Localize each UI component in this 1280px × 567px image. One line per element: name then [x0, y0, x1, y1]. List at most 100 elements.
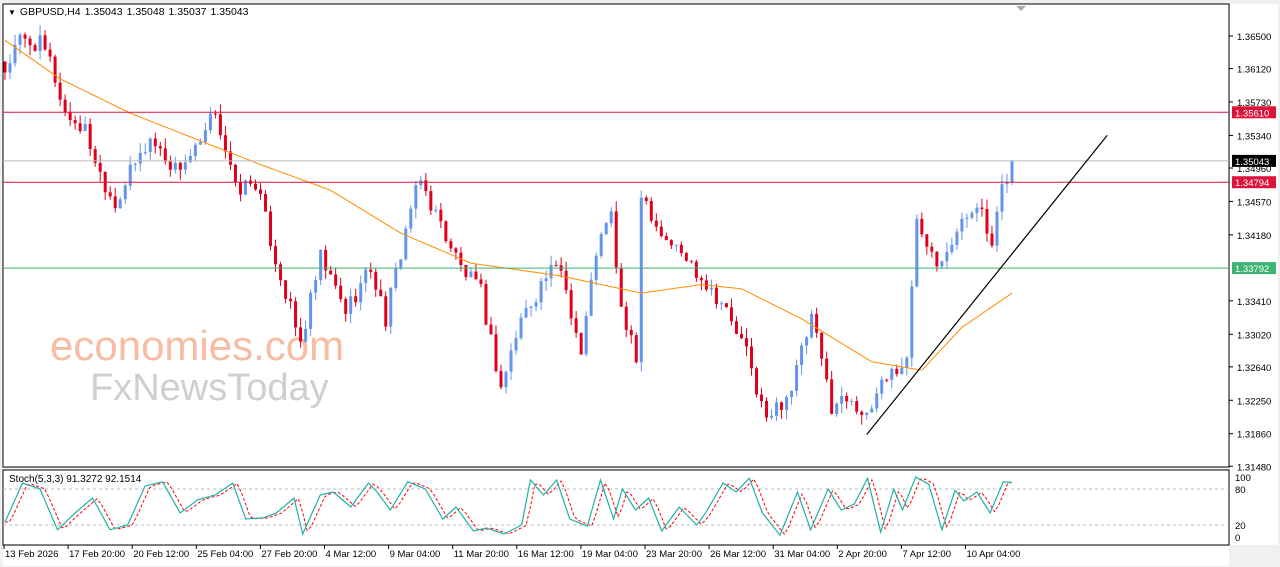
- level-tag-resistance: 1.34794: [1235, 178, 1269, 189]
- candle-body: [324, 249, 328, 271]
- time-label: 17 Feb 20:00: [69, 549, 125, 560]
- candle-body: [178, 162, 182, 170]
- candle-body: [33, 45, 37, 51]
- candle: [755, 366, 758, 398]
- candle-body: [23, 34, 27, 39]
- time-label: 20 Feb 12:00: [133, 549, 189, 560]
- candle-body: [514, 338, 518, 351]
- candle-body: [148, 138, 152, 153]
- price-tick-label: 1.34180: [1237, 231, 1271, 242]
- candle: [584, 311, 588, 357]
- time-label: 27 Feb 20:00: [261, 549, 317, 560]
- candle-body: [1000, 184, 1004, 212]
- candle-body: [770, 415, 774, 418]
- candle-body: [299, 327, 303, 342]
- candle-body: [900, 367, 904, 374]
- stoch-axis-label: 0: [1235, 533, 1240, 544]
- candle-body: [439, 209, 443, 222]
- candle-body: [669, 240, 673, 246]
- candle-body: [724, 303, 728, 308]
- candle-body: [970, 213, 974, 218]
- candle-body: [454, 248, 458, 253]
- candle-body: [469, 271, 473, 277]
- candle-body: [935, 251, 939, 267]
- candle-body: [644, 197, 648, 201]
- candle-body: [729, 307, 733, 322]
- price-tick-label: 1.32640: [1237, 363, 1271, 374]
- candle-body: [238, 182, 242, 195]
- candle-body: [945, 251, 949, 262]
- candle-body: [835, 403, 839, 414]
- watermark-fxnewstoday: FxNewsToday: [90, 367, 329, 409]
- candle-body: [284, 280, 288, 299]
- dropdown-triangle-icon[interactable]: ▼: [8, 8, 16, 17]
- candle-body: [589, 279, 593, 316]
- candle-body: [203, 130, 207, 143]
- candle-body: [113, 196, 117, 209]
- candle-body: [339, 285, 343, 299]
- candle-body: [158, 146, 162, 149]
- candle-body: [83, 123, 87, 132]
- candle-body: [349, 296, 353, 314]
- candle-body: [479, 279, 483, 285]
- candle-body: [108, 192, 112, 197]
- candle-body: [8, 63, 12, 73]
- candle: [53, 54, 57, 88]
- candle-body: [634, 335, 638, 363]
- candle: [599, 231, 603, 259]
- candle-body: [960, 218, 964, 232]
- candle-body: [865, 412, 869, 415]
- candle-body: [419, 180, 423, 186]
- candle-body: [233, 164, 237, 183]
- candle-body: [790, 390, 794, 398]
- candle-body: [133, 163, 137, 165]
- candle-body: [734, 321, 738, 334]
- candle-body: [800, 345, 804, 366]
- candle-body: [259, 189, 263, 195]
- time-label: 7 Apr 12:00: [902, 549, 951, 560]
- price-chart[interactable]: economies.comFxNewsToday1.356101.347941.…: [0, 0, 1280, 567]
- candle-body: [118, 199, 122, 209]
- candle-body: [604, 223, 608, 235]
- candle-body: [379, 289, 383, 297]
- candle-body: [534, 302, 538, 307]
- candle-body: [599, 234, 603, 256]
- candle-body: [334, 274, 338, 286]
- candle: [404, 225, 408, 261]
- candle-body: [880, 379, 884, 394]
- candle-body: [294, 301, 298, 328]
- candle: [269, 205, 273, 251]
- chart-window: economies.com FxNewsToday 1.35610 1.34794 1.…: [0, 0, 1280, 567]
- price-tick-label: 1.36500: [1237, 32, 1271, 43]
- candle-body: [38, 35, 42, 51]
- candle-body: [173, 162, 177, 170]
- high-value: 1.35048: [126, 6, 165, 18]
- candle-body: [399, 259, 403, 268]
- candle-body: [68, 112, 72, 121]
- candle-body: [309, 292, 313, 329]
- price-tick-label: 1.31860: [1237, 430, 1271, 441]
- candle-body: [504, 371, 508, 388]
- candle: [384, 291, 388, 332]
- candle-body: [88, 123, 92, 150]
- candle-body: [820, 332, 824, 359]
- candle: [484, 279, 488, 326]
- candle-body: [474, 271, 478, 280]
- candle-body: [995, 211, 999, 246]
- time-label: 11 Mar 20:00: [454, 549, 509, 560]
- price-tick-label: 1.35730: [1237, 98, 1271, 109]
- candle: [579, 332, 583, 356]
- candle-body: [930, 246, 934, 252]
- candle-body: [78, 123, 82, 132]
- candle-body: [639, 197, 643, 363]
- time-label: 26 Mar 12:00: [710, 549, 766, 560]
- candle-body: [509, 350, 513, 372]
- candle-body: [780, 402, 784, 410]
- close-value: 1.35043: [210, 6, 249, 18]
- candle-body: [329, 270, 333, 275]
- candle-body: [193, 144, 197, 156]
- candle-body: [624, 306, 628, 330]
- price-tick-label: 1.34960: [1237, 164, 1271, 175]
- candle-body: [344, 298, 348, 314]
- candle-body: [795, 365, 799, 391]
